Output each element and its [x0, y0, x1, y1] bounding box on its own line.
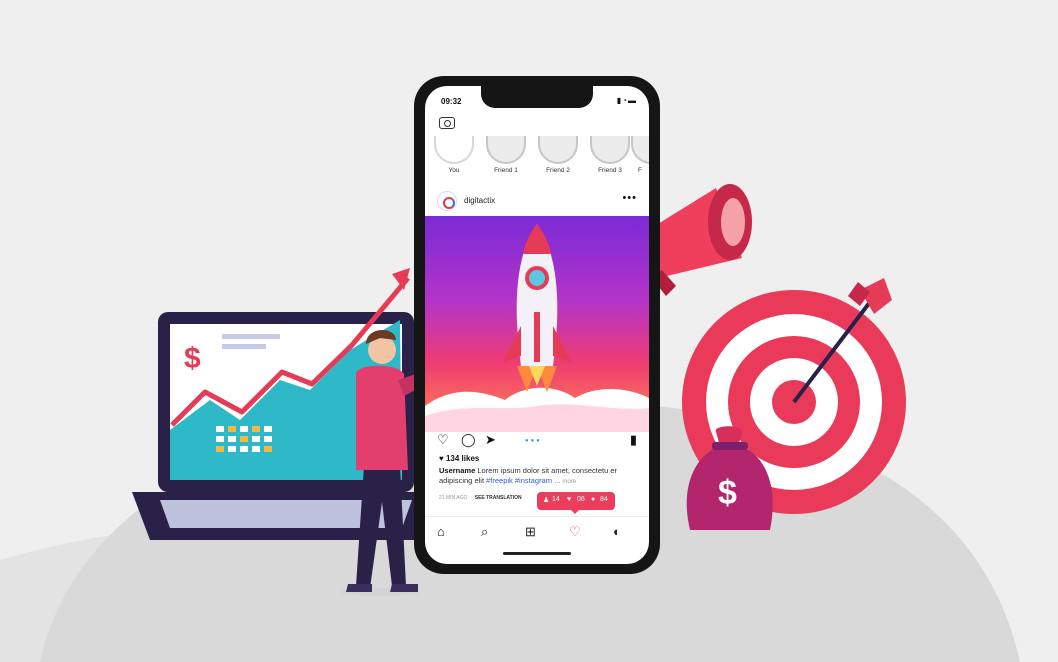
- post-timestamp: 21 MIN AGO: [439, 495, 468, 501]
- heart-icon[interactable]: ♡: [569, 524, 581, 540]
- profile-icon[interactable]: ◐: [613, 524, 621, 539]
- bookmark-icon[interactable]: ▮: [630, 432, 637, 448]
- battery-icon: ▬: [628, 96, 637, 105]
- money-bag-dollar: $: [718, 474, 737, 512]
- search-icon[interactable]: ⌕: [481, 524, 488, 540]
- comments-icon: ●: [591, 496, 596, 503]
- story-you[interactable]: You: [431, 136, 477, 174]
- story-friend-3[interactable]: Friend 3: [587, 136, 633, 174]
- story-avatar: [631, 136, 649, 164]
- status-time: 09:32: [441, 97, 462, 106]
- home-indicator: [503, 552, 571, 555]
- story-avatar: [590, 136, 630, 164]
- see-translation-link[interactable]: SEE TRANSLATION: [475, 495, 522, 501]
- story-label: Friend 2: [546, 167, 570, 174]
- story-avatar: [434, 136, 474, 164]
- carousel-dots: ●●●: [525, 438, 542, 444]
- story-friend-4[interactable]: F: [631, 136, 649, 174]
- more-options-icon[interactable]: •••: [622, 192, 637, 204]
- caption-more[interactable]: more: [562, 479, 576, 485]
- caption-tags[interactable]: #freepik #instagram ...: [486, 476, 560, 485]
- stories-row: You Friend 1 Friend 2 Friend 3 F: [431, 136, 649, 180]
- likes-text: 134 likes: [445, 454, 480, 463]
- heart-outline-icon[interactable]: ♡: [437, 432, 449, 448]
- story-label: F: [638, 167, 642, 174]
- illustration: $ $ 09:32 ▮◔▬ You Friend 1 Friend 2 Frie…: [0, 0, 1058, 662]
- likes-count[interactable]: ♥ 134 likes: [439, 454, 479, 463]
- laptop-dollar-icon: $: [184, 342, 201, 375]
- phone-notch: [481, 86, 593, 108]
- story-label: You: [448, 167, 460, 174]
- story-friend-2[interactable]: Friend 2: [535, 136, 581, 174]
- smartphone: 09:32 ▮◔▬ You Friend 1 Friend 2 Friend 3…: [414, 76, 660, 574]
- caption-username[interactable]: Username: [439, 466, 475, 475]
- comment-icon[interactable]: ◯: [461, 432, 476, 448]
- post-meta: 21 MIN AGO SEE TRANSLATION: [439, 495, 522, 501]
- post-image[interactable]: [425, 216, 649, 432]
- story-friend-1[interactable]: Friend 1: [483, 136, 529, 174]
- followers-count: 14: [552, 496, 560, 503]
- post-handle[interactable]: digitactix: [464, 196, 495, 205]
- post-avatar[interactable]: [437, 191, 457, 211]
- home-icon[interactable]: ⌂: [437, 524, 445, 539]
- activity-notification[interactable]: ♟ 14 ♥ 06 ● 84: [537, 492, 615, 514]
- followers-icon: ♟: [543, 497, 550, 504]
- comments-count: 84: [600, 496, 608, 503]
- story-label: Friend 3: [598, 167, 622, 174]
- story-label: Friend 1: [494, 167, 518, 174]
- post-header: digitactix •••: [437, 189, 637, 213]
- bottom-tab-bar: ⌂ ⌕ ⊞ ♡ ◐: [425, 516, 649, 546]
- status-icons: ▮◔▬: [617, 96, 637, 105]
- post-caption: Username Lorem ipsum dolor sit amet, con…: [439, 466, 639, 487]
- add-post-icon[interactable]: ⊞: [525, 524, 536, 540]
- story-avatar: [486, 136, 526, 164]
- story-avatar: [538, 136, 578, 164]
- likes-icon: ♥: [567, 496, 572, 503]
- phone-screen: 09:32 ▮◔▬ You Friend 1 Friend 2 Friend 3…: [425, 86, 649, 564]
- send-icon[interactable]: ➤: [485, 432, 496, 448]
- rocket-illustration: [425, 224, 649, 432]
- camera-icon[interactable]: [439, 117, 455, 129]
- likes-notification-count: 06: [577, 496, 585, 503]
